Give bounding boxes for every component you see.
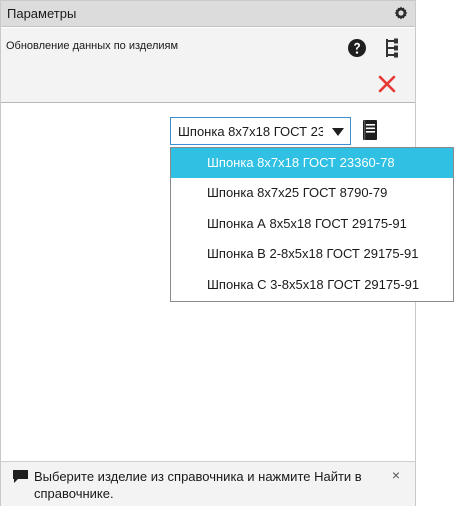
- book-icon[interactable]: [362, 119, 378, 141]
- panel-header: Обновление данных по изделиям: [1, 28, 415, 103]
- dropdown-option[interactable]: Шпонка 8x7x18 ГОСТ 23360-78: [171, 148, 453, 178]
- product-select[interactable]: Шпонка 8x7x18 ГОСТ 23360-78: [170, 117, 351, 145]
- product-select-value: Шпонка 8x7x18 ГОСТ 23360-78: [178, 124, 323, 139]
- panel-subtitle: Обновление данных по изделиям: [6, 40, 179, 52]
- message-icon: [13, 470, 28, 483]
- dropdown-option[interactable]: Шпонка С 3-8x5x18 ГОСТ 29175-91: [171, 270, 453, 300]
- tree-structure-icon[interactable]: [384, 37, 400, 59]
- panel-title: Параметры: [7, 6, 77, 21]
- status-bar: Выберите изделие из справочника и нажмит…: [1, 461, 415, 506]
- close-icon[interactable]: [376, 73, 398, 95]
- panel-titlebar: Параметры: [1, 1, 415, 27]
- dismiss-button[interactable]: ×: [389, 468, 403, 482]
- dropdown-option[interactable]: Шпонка А 8x5x18 ГОСТ 29175-91: [171, 209, 453, 239]
- status-message: Выберите изделие из справочника и нажмит…: [34, 469, 362, 501]
- dropdown-option[interactable]: Шпонка В 2-8x5x18 ГОСТ 29175-91: [171, 239, 453, 269]
- gear-icon[interactable]: [393, 5, 409, 21]
- dropdown-option[interactable]: Шпонка 8x7x25 ГОСТ 8790-79: [171, 178, 453, 208]
- help-icon[interactable]: [347, 38, 367, 58]
- product-dropdown-list: Шпонка 8x7x18 ГОСТ 23360-78 Шпонка 8x7x2…: [170, 147, 454, 302]
- chevron-down-icon[interactable]: [332, 128, 344, 136]
